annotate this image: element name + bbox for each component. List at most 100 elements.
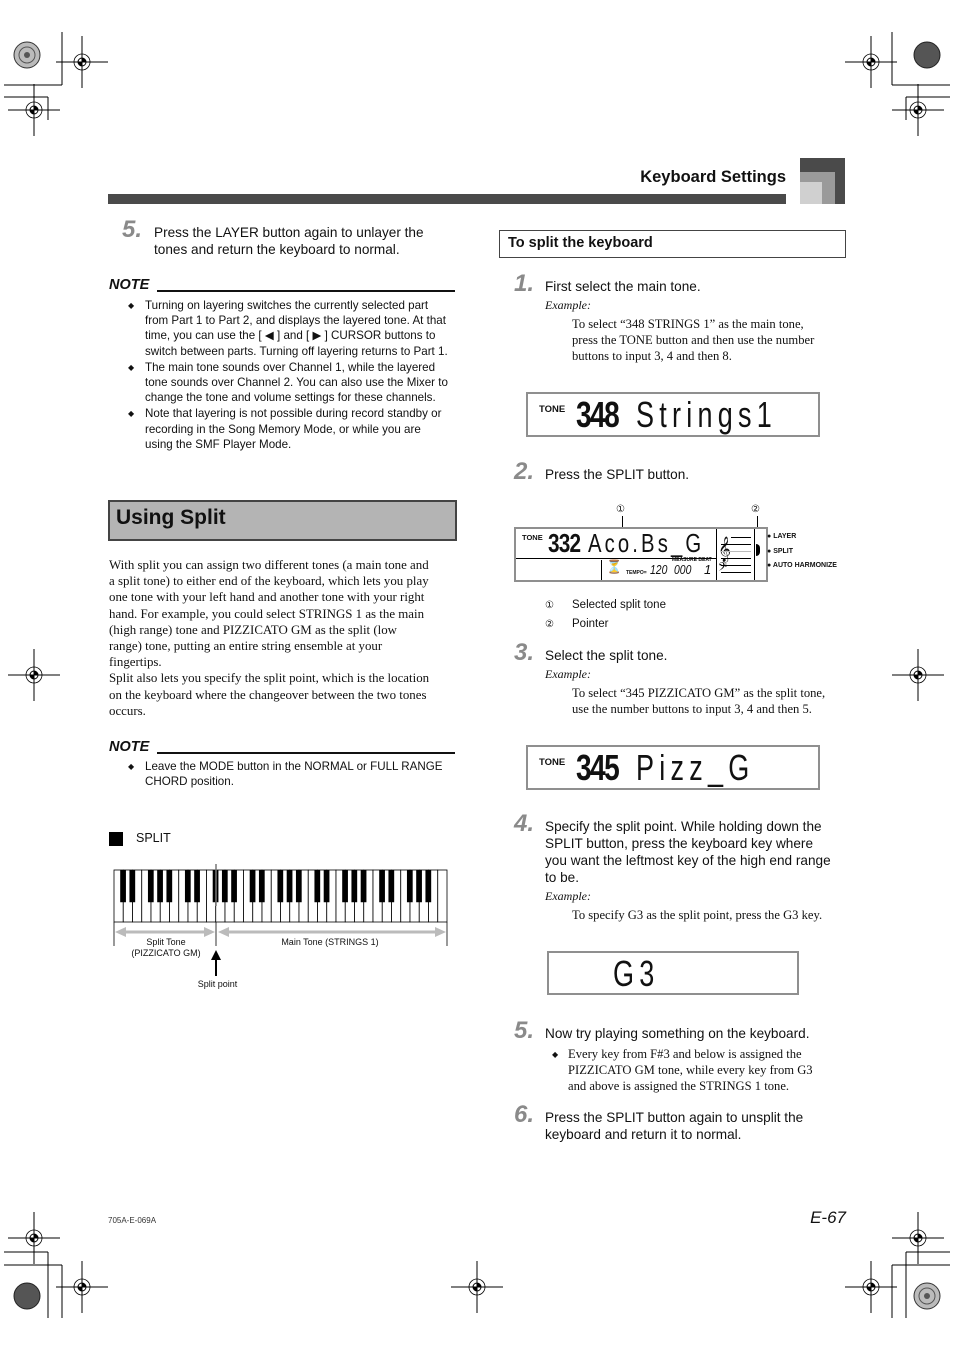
registration-mark-icon [7, 1211, 61, 1265]
bullet-icon: ◆ [128, 301, 135, 310]
black-key [129, 870, 136, 903]
staff-line [721, 565, 751, 566]
step-text: Specify the split point. While holding d… [545, 818, 855, 886]
black-key [406, 870, 413, 903]
note-line-text: Note that layering is not possible durin… [145, 407, 442, 421]
step-text-line: Press the SPLIT button again to unsplit … [545, 1110, 804, 1125]
step-bullet: ◆ Every key from F#3 and below is assign… [552, 1046, 852, 1095]
color-calibration-circle-icon [913, 41, 941, 69]
step-text: Select the split tone. [545, 648, 668, 663]
color-calibration-circle-icon [13, 1282, 41, 1310]
black-key [120, 870, 126, 903]
black-key [277, 870, 284, 903]
paragraph-line: a split tone) to either end of the keybo… [109, 574, 429, 589]
registration-mark-icon [891, 1211, 945, 1265]
lcd-display-split-point: G3 [547, 951, 799, 995]
registration-mark-icon [891, 648, 945, 702]
black-key [425, 870, 432, 903]
step-text-line: you want the leftmost key of the high en… [545, 853, 831, 868]
step-text-line: keyboard and return it to normal. [545, 1127, 742, 1142]
lcd-tone-name: Strings1 [636, 394, 778, 435]
black-key [249, 870, 256, 903]
lcd-tone-number: 348 [576, 394, 620, 435]
note-divider [157, 752, 455, 754]
black-key [184, 870, 191, 903]
example-line: To select “345 PIZZICATO GM” as the spli… [572, 686, 826, 700]
paragraph-line: hand. For example, you could select STRI… [109, 606, 425, 621]
note-line-text: Leave the MODE button in the NORMAL or F… [145, 760, 443, 773]
paragraph-line: occurs. [109, 703, 146, 718]
note-line-text: switch between parts. Turning off layeri… [145, 344, 448, 358]
note-line-text: The main tone sounds over Channel 1, whi… [145, 360, 436, 374]
lcd-beat-value: 1 [704, 562, 712, 577]
button-label: SPLIT [136, 831, 171, 845]
note-line-text: from Part 1 to Part 2, and displays the … [145, 314, 446, 328]
callout-marker: ① [616, 504, 625, 515]
black-key [323, 870, 330, 903]
step-number: 5. [122, 216, 143, 243]
registration-mark-icon [55, 1260, 109, 1314]
registration-mark-icon [7, 648, 61, 702]
example-text: To specify G3 as the split point, press … [572, 907, 857, 923]
indicator-label: SPLIT [773, 547, 794, 555]
header-bar [108, 194, 786, 204]
example-line: use the number buttons to input 3, 4 and… [572, 702, 812, 717]
paragraph-line: range) tone, putting an entire string en… [109, 639, 383, 654]
step-text: Press the SPLIT button again to unsplit … [545, 1109, 803, 1143]
lcd-tempo-value: 120 [650, 562, 668, 577]
arrow-head-icon [435, 927, 446, 937]
staff-line [721, 551, 751, 552]
step-number: 6. [514, 1101, 535, 1128]
legend-item: ② Pointer [545, 615, 666, 634]
note-line-text: tone sounds over Channel 2. You can also… [145, 376, 448, 390]
callout-marker: ② [751, 504, 760, 515]
note-item: ◆ The main tone sounds over Channel 1, w… [128, 360, 458, 406]
registration-mark-icon [844, 1260, 898, 1314]
registration-mark-icon [55, 35, 109, 89]
arrow-head-icon [218, 927, 229, 937]
header-tab-decoration [800, 182, 822, 204]
note-line-text: recording in the Song Memory Mode, or wh… [145, 422, 421, 436]
lcd-tone-number: 345 [576, 747, 620, 788]
note-list: ◆ Leave the MODE button in the NORMAL or… [128, 759, 458, 789]
lcd-measure-value: 000 [674, 562, 692, 577]
note-line-text: CHORD position. [145, 775, 234, 789]
paragraph-line: on the keyboard where the changeover bet… [109, 687, 427, 702]
split-tone-label: Split Tone (PIZZICATO GM) [130, 937, 202, 959]
legend-marker: ② [545, 619, 554, 630]
note-line-text: change the tone and volume settings for … [145, 391, 436, 405]
step-text-line: Press the LAYER button again to unlayer … [154, 225, 424, 240]
staff-line [721, 572, 751, 573]
lcd-tone-label: TONE [539, 757, 566, 768]
note-item: ◆ Turning on layering switches the curre… [128, 298, 458, 359]
split-tone-label-line: (PIZZICATO GM) [131, 948, 201, 958]
black-key [351, 870, 358, 903]
black-key [342, 870, 348, 903]
example-label: Example: [545, 667, 591, 681]
step-number: 4. [514, 810, 535, 837]
bullet-line: PIZZICATO GM tone, while every key from … [568, 1063, 813, 1078]
indicator-label: AUTO HARMONIZE [772, 562, 837, 569]
black-key [166, 870, 173, 903]
note-line-text: Turning on layering switches the current… [145, 299, 429, 312]
lcd-divider [716, 529, 717, 580]
note-line-text: time, you can use the [ ◀ ] and [ ▶ ] CU… [145, 329, 436, 343]
step-text-line: to be. [545, 870, 580, 885]
step-text: Press the LAYER button again to unlayer … [154, 224, 424, 258]
registration-mark-icon [891, 83, 945, 137]
step-number: 1. [514, 270, 535, 297]
bullet-icon: ◆ [128, 362, 135, 372]
indicator-label: LAYER [773, 533, 797, 540]
registration-mark-icon [844, 35, 898, 89]
staff-line [731, 537, 751, 538]
paragraph-line: one tone with your left hand and another… [109, 590, 425, 605]
color-calibration-circle-icon [13, 41, 41, 69]
callout-legend: ① Selected split tone ② Pointer [545, 596, 666, 634]
lcd-display-split: TONE 332 Aco.Bs_G ⏳ TEMPO= MEASURE BEAT … [514, 527, 768, 582]
lcd-display-split-tone: TONE 345 Pizz_G [526, 745, 820, 790]
black-key [157, 870, 163, 903]
black-key [360, 870, 367, 903]
legend-marker: ① [545, 600, 554, 611]
paragraph-line: fingertips. [109, 655, 162, 670]
step-text: Press the SPLIT button. [545, 467, 690, 482]
